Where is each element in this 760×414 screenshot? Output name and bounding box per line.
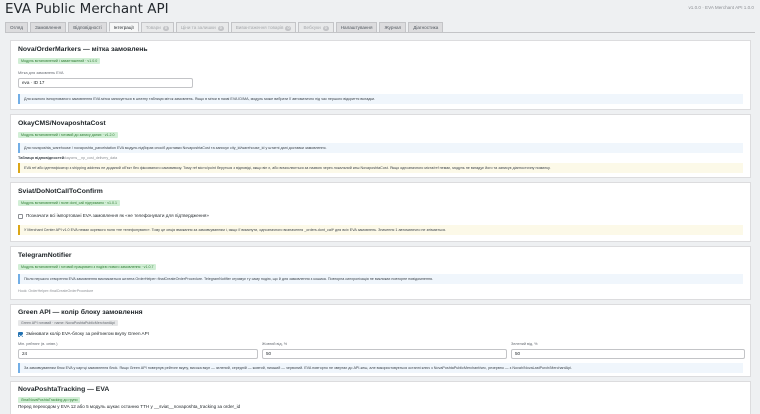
checkbox-label: Змінювати колір EVA-блоку за рейтингом в…	[26, 331, 149, 336]
status-badge: Green API готовий · name: NovaPoshtaPubl…	[18, 320, 118, 326]
yellow-threshold-input[interactable]: 50	[262, 349, 507, 359]
table-label: Таблиця відповідностей	[18, 156, 65, 160]
tab-integrations[interactable]: Інтеграції	[108, 22, 139, 32]
card-okaycms-novaposhta-cost: OkayCMS/NovaposhtaCost Модуль встановлен…	[10, 114, 751, 178]
field-label: Мін. рейтинг (в. співп.)	[18, 342, 58, 346]
card-telegram-notifier: TelegramNotifier Модуль встановлений і г…	[10, 246, 751, 300]
hook-hint: Hook: OrderHelper::finalCreateOrderProce…	[18, 289, 94, 293]
status-badge: Модуль встановлений і поле dont_call під…	[18, 200, 120, 206]
info-notice: Після першого створення EVA замовлення в…	[18, 274, 743, 284]
field-label: Мітка для замовлень EVA	[18, 71, 64, 75]
info-notice: Для кожного імпортованого замовлення EVA…	[18, 94, 743, 104]
warning-notice: EVA ref або ідентифікатор з shipping add…	[18, 163, 743, 173]
green-threshold-input[interactable]: 50	[511, 349, 745, 359]
card-title: Nova/OrderMarkers — мітка замовлень	[18, 46, 148, 53]
page-title: EVA Public Merchant API	[5, 1, 169, 17]
tab-products[interactable]: Товари 0	[140, 22, 174, 32]
card-title: Sviat/DoNotCallToConfirm	[18, 188, 103, 195]
card-title: Green API — колір блоку замовлення	[18, 309, 143, 316]
tab-orders[interactable]: Замовлення	[30, 22, 67, 32]
table-value: okaycms__np_cost_delivery_data	[63, 156, 118, 160]
info-notice: За замовчуванням блок EVA у картці замов…	[18, 363, 743, 373]
tab-count-badge: 0	[322, 26, 329, 31]
min-rating-input[interactable]: 24	[18, 349, 258, 359]
card-title: TelegramNotifier	[18, 252, 72, 259]
card-green-api: Green API — колір блоку замовлення Green…	[10, 304, 751, 377]
field-label: Жовтий від, %	[262, 342, 288, 346]
order-marker-select[interactable]: eva · ID 17	[18, 78, 193, 88]
card-order-markers: Nova/OrderMarkers — мітка замовлень Моду…	[10, 40, 751, 110]
tab-mappings[interactable]: Відповідності	[68, 22, 107, 32]
info-notice: Для novaposhta_warehouse / novaposhta_pa…	[18, 143, 743, 153]
card-do-not-call: Sviat/DoNotCallToConfirm Модуль встановл…	[10, 182, 751, 242]
tab-settings[interactable]: Налаштування	[335, 22, 378, 32]
status-badge: Модуль встановлений і готовий працювати …	[18, 264, 157, 270]
status-badge: Ліна/NovaPoshtaTracking до групи	[18, 397, 81, 403]
tab-overview[interactable]: Огляд	[5, 22, 28, 32]
tab-webhooks[interactable]: Вебхуки 0	[298, 22, 334, 32]
status-badge: Модуль встановлений і завантажений · v1.…	[18, 58, 101, 64]
warning-notice: У Merchant Center API v1.0 EVA немає окр…	[18, 225, 743, 235]
card-novaposhta-tracking: NovaPoshtaTracking — EVA Ліна/NovaPoshta…	[10, 381, 751, 414]
color-block-checkbox[interactable]	[18, 332, 23, 337]
tab-count-badge: 0	[217, 26, 224, 31]
card-title: OkayCMS/NovaposhtaCost	[18, 120, 106, 127]
status-badge: Модуль встановлений і готовий до запису …	[18, 132, 118, 138]
tracking-description: Перед переходом у EVA 12 або 5 модуль шу…	[18, 404, 241, 409]
checkbox-label: Позначати всі імпортовані EVA замовлення…	[26, 213, 209, 218]
tab-divider	[5, 32, 755, 33]
tab-product-export[interactable]: Вивантаження товарів 0	[230, 22, 297, 32]
tab-count-badge: 0	[285, 26, 292, 31]
tab-log[interactable]: Журнал	[379, 22, 407, 32]
tab-diagnostics[interactable]: Діагностика	[408, 22, 444, 32]
tab-count-badge: 0	[162, 26, 169, 31]
page-header: EVA Public Merchant API v1.0.0 · EVA Mer…	[0, 0, 760, 20]
dont-call-checkbox[interactable]	[18, 214, 23, 219]
version-label: v1.0.0 · EVA Merchant API 1.0.0	[688, 5, 754, 10]
card-title: NovaPoshtaTracking — EVA	[18, 386, 110, 393]
field-label: Зелений від, %	[511, 342, 538, 346]
tab-prices-stock[interactable]: Ціни та залишки 0	[175, 22, 229, 32]
